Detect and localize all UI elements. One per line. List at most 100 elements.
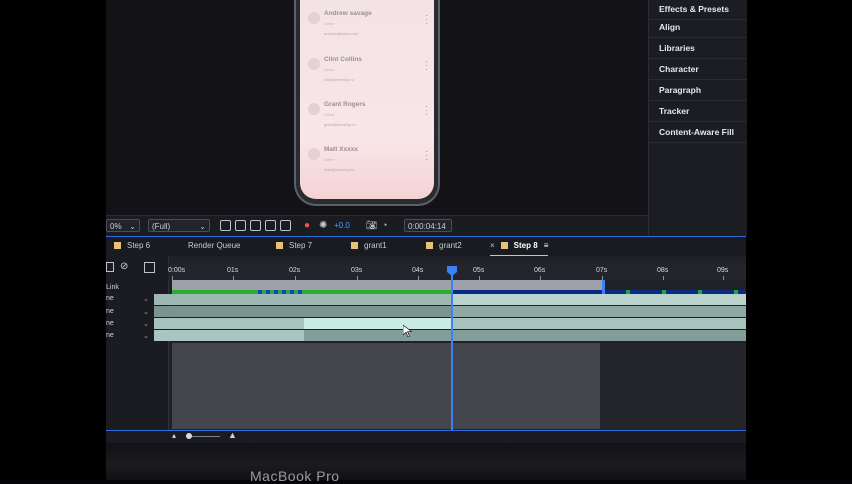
chevron-down-icon[interactable]: ⌄	[143, 308, 149, 316]
comp-duration-area	[172, 343, 600, 429]
contact-card: Andrew savage Driver andrew@work.com · · ·	[308, 8, 430, 48]
tick-mark	[663, 276, 664, 280]
contact-card: Clint Collins Driver clint@develop.ru · ·…	[308, 54, 430, 94]
contact-email: matt@develop.ru	[324, 167, 355, 172]
panel-effects-presets[interactable]: Effects & Presets	[649, 0, 747, 20]
layer-panel-icon[interactable]	[106, 262, 114, 272]
panel-item-label: Effects & Presets	[659, 4, 729, 14]
grid-icon[interactable]	[280, 220, 291, 231]
contact-card: Matt Xxxxx Driver matt@develop.ru · · ·	[308, 144, 430, 184]
transparency-grid-icon[interactable]	[235, 220, 246, 231]
panel-character[interactable]: Character	[649, 60, 747, 80]
panel-tracker[interactable]: Tracker	[649, 102, 747, 122]
tab-step-8[interactable]: × Step 8 ≡	[490, 241, 549, 257]
contact-name: Clint Collins	[324, 56, 362, 63]
avatar	[308, 12, 320, 24]
panel-item-label: Content-Aware Fill	[659, 127, 734, 137]
layer-bar-segment[interactable]	[154, 330, 304, 341]
chevron-down-icon[interactable]: ⌄	[143, 320, 149, 328]
composition-swatch	[114, 242, 121, 249]
tab-grant2[interactable]: grant2	[426, 241, 462, 255]
tab-label: Step 7	[289, 241, 313, 250]
tab-step-7[interactable]: Step 7	[276, 241, 312, 255]
current-time-display[interactable]: 0:00:04:14	[404, 219, 452, 232]
composition-swatch	[351, 242, 358, 249]
device-label: MacBook Pro	[250, 468, 340, 484]
tick-label: 07s	[596, 267, 608, 274]
work-area-bar[interactable]	[172, 280, 604, 290]
phone-screen: Andrew savage Driver andrew@work.com · · ·…	[300, 0, 434, 199]
composition-swatch	[426, 242, 433, 249]
contact-role: Driver	[324, 157, 335, 162]
panel-content-aware-fill[interactable]: Content-Aware Fill	[649, 123, 747, 143]
graph-editor-icon[interactable]	[144, 262, 155, 273]
tab-grant1[interactable]: grant1	[351, 241, 387, 255]
playhead-line[interactable]	[451, 267, 453, 441]
tab-step-6[interactable]: Step 6	[114, 241, 150, 255]
layer-mode-label: ne	[106, 308, 114, 315]
panel-libraries[interactable]: Libraries	[649, 39, 747, 59]
tab-label: Step 8	[513, 241, 538, 250]
layer-bar-segment[interactable]	[304, 318, 452, 329]
avatar	[308, 148, 320, 160]
tick-label: 02s	[289, 267, 301, 274]
layer-mode-label: ne	[106, 295, 114, 302]
avatar	[308, 103, 320, 115]
contact-name: Matt Xxxxx	[324, 146, 358, 153]
panel-item-label: Libraries	[659, 43, 695, 53]
tab-label: grant1	[364, 241, 387, 250]
work-area-end-marker[interactable]	[602, 280, 605, 294]
tick-label: 01s	[227, 267, 239, 274]
more-vertical-icon: · · ·	[425, 147, 428, 164]
region-of-interest-icon[interactable]	[220, 220, 231, 231]
timeline-zoom-slider[interactable]	[190, 436, 220, 437]
contact-email: clint@develop.ru	[324, 77, 354, 82]
show-snapshot-icon[interactable]: ◔	[382, 219, 387, 232]
tab-label: Render Queue	[188, 241, 241, 250]
composition-tab-bar: Step 6 Render Queue Step 7 grant1 grant2…	[106, 236, 746, 257]
composition-swatch	[500, 242, 508, 249]
layer-mode-label: ne	[106, 320, 114, 327]
tab-label: Step 6	[127, 241, 151, 250]
resolution-dropdown[interactable]: (Full) ⌄	[148, 219, 210, 232]
tab-render-queue[interactable]: Render Queue	[188, 241, 240, 255]
tick-label: 0:00s	[168, 267, 186, 274]
panel-paragraph[interactable]: Paragraph	[649, 81, 747, 101]
color-channels-icon[interactable]: ●	[304, 219, 310, 232]
tick-label: 06s	[534, 267, 546, 274]
contact-email: grant@develop.ru	[324, 122, 356, 127]
more-vertical-icon: · · ·	[425, 102, 428, 119]
time-ruler[interactable]: 0:00s 01s 02s 03s 04s 05s 06s 07s 08s 09…	[168, 263, 746, 280]
guides-icon[interactable]	[265, 220, 276, 231]
left-bezel	[0, 0, 106, 480]
panel-item-label: Tracker	[659, 106, 690, 116]
zoom-in-icon[interactable]: ▲	[228, 430, 237, 440]
tick-label: 03s	[351, 267, 363, 274]
chevron-down-icon[interactable]: ⌄	[143, 332, 149, 340]
tick-label: 05s	[473, 267, 485, 274]
exposure-gear-icon[interactable]: ✺	[319, 219, 327, 232]
timeline-zoom-handle[interactable]	[186, 433, 192, 439]
zoom-out-icon[interactable]: ▴	[172, 431, 176, 440]
exposure-value[interactable]: +0.0	[334, 219, 350, 232]
attach-icon[interactable]: ⊘	[120, 261, 128, 272]
mask-visibility-icon[interactable]	[250, 220, 261, 231]
zoom-dropdown[interactable]: 0% ⌄	[106, 219, 140, 232]
more-vertical-icon: · · ·	[425, 11, 428, 28]
panel-align[interactable]: Align	[649, 18, 747, 38]
viewer-toolbar: 0% ⌄ (Full) ⌄ ● ✺ +0.0 📷︎ ◔ 0:00:04:14	[106, 215, 648, 236]
chevron-down-icon: ⌄	[129, 222, 136, 231]
layer-bar-segment[interactable]	[154, 306, 452, 317]
tab-menu-icon[interactable]: ≡	[544, 241, 549, 250]
more-vertical-icon: · · ·	[425, 57, 428, 74]
laptop-bottom-bezel	[106, 440, 746, 480]
close-icon[interactable]: ×	[490, 241, 495, 250]
contact-role: Driver	[324, 67, 335, 72]
contact-card: Grant Rogers Driver grant@develop.ru · · ·	[308, 99, 430, 139]
tick-mark	[723, 276, 724, 280]
layer-bar-segment[interactable]	[154, 294, 452, 305]
chevron-down-icon[interactable]: ⌄	[143, 295, 149, 303]
contact-name: Andrew savage	[324, 10, 372, 17]
resolution-value: (Full)	[152, 222, 171, 231]
camera-snapshot-icon[interactable]: 📷︎	[366, 219, 377, 232]
